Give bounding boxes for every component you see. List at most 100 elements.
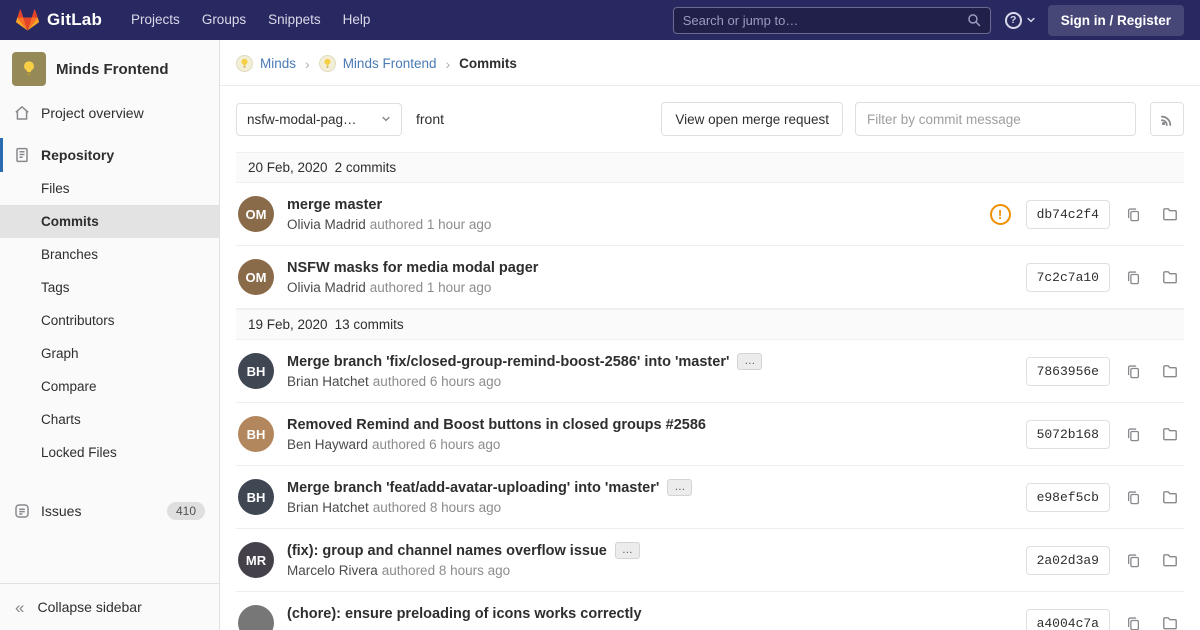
sidebar-item-issues[interactable]: Issues 410: [0, 493, 219, 529]
nav-item-snippets[interactable]: Snippets: [257, 0, 332, 40]
breadcrumb-item-commits[interactable]: Commits: [459, 56, 517, 71]
view-merge-request-button[interactable]: View open merge request: [661, 102, 843, 136]
commit-title-link[interactable]: (fix): group and channel names overflow …: [287, 543, 607, 559]
sidebar-item-project-overview[interactable]: Project overview: [0, 96, 219, 130]
issues-count-badge: 410: [167, 502, 205, 520]
commit-author-avatar[interactable]: BH: [238, 479, 274, 515]
nav-item-groups[interactable]: Groups: [191, 0, 257, 40]
copy-sha-button[interactable]: [1119, 200, 1147, 228]
browse-files-button[interactable]: [1156, 609, 1184, 630]
commit-sha[interactable]: 7c2c7a10: [1026, 263, 1110, 292]
sidebar-item-label: Issues: [41, 503, 81, 519]
copy-icon: [1126, 553, 1141, 568]
sidebar-subitem-files[interactable]: Files: [0, 172, 219, 205]
copy-sha-button[interactable]: [1119, 357, 1147, 385]
sidebar-subitem-contributors[interactable]: Contributors: [0, 304, 219, 337]
gitlab-home-link[interactable]: GitLab: [16, 9, 102, 32]
copy-icon: [1126, 616, 1141, 630]
commit-meta: Brian Hatchetauthored 8 hours ago: [287, 500, 1013, 515]
folder-icon: [1162, 269, 1178, 285]
copy-sha-button[interactable]: [1119, 420, 1147, 448]
commit-title-link[interactable]: Removed Remind and Boost buttons in clos…: [287, 417, 706, 433]
branch-dropdown[interactable]: nsfw-modal-pag…: [236, 103, 402, 136]
commit-author-avatar[interactable]: BH: [238, 353, 274, 389]
sidebar-subitem-charts[interactable]: Charts: [0, 403, 219, 436]
breadcrumb-separator-icon: ›: [305, 56, 310, 72]
commit-title-link[interactable]: Merge branch 'fix/closed-group-remind-bo…: [287, 354, 729, 370]
commit-sha[interactable]: a4004c7a: [1026, 609, 1110, 630]
commit-title-link[interactable]: merge master: [287, 197, 382, 213]
sidebar-subitem-compare[interactable]: Compare: [0, 370, 219, 403]
repository-icon: [14, 147, 30, 163]
commit-sha[interactable]: db74c2f4: [1026, 200, 1110, 229]
sidebar-subitem-commits[interactable]: Commits: [0, 205, 219, 238]
browse-files-button[interactable]: [1156, 420, 1184, 448]
sidebar-item-repository[interactable]: Repository: [0, 138, 219, 172]
sidebar-subitem-tags[interactable]: Tags: [0, 271, 219, 304]
commit-sha[interactable]: 5072b168: [1026, 420, 1110, 449]
commit-author-link[interactable]: Brian Hatchet: [287, 374, 369, 389]
commit-author-link[interactable]: Olivia Madrid: [287, 280, 366, 295]
commit-author-avatar[interactable]: MR: [238, 542, 274, 578]
commit-row: (chore): ensure preloading of icons work…: [236, 592, 1184, 630]
commit-title-link[interactable]: NSFW masks for media modal pager: [287, 260, 538, 276]
commit-sha[interactable]: e98ef5cb: [1026, 483, 1110, 512]
commit-sha[interactable]: 2a02d3a9: [1026, 546, 1110, 575]
breadcrumb-item-minds-frontend[interactable]: Minds Frontend: [319, 55, 437, 72]
commit-title-link[interactable]: (chore): ensure preloading of icons work…: [287, 606, 642, 622]
commit-description-toggle[interactable]: …: [667, 479, 692, 496]
commit-author-link[interactable]: Ben Hayward: [287, 437, 368, 452]
chevron-down-icon: [1026, 15, 1036, 25]
browse-files-button[interactable]: [1156, 546, 1184, 574]
sign-in-button[interactable]: Sign in / Register: [1048, 5, 1184, 36]
browse-files-button[interactable]: [1156, 483, 1184, 511]
help-menu[interactable]: ?: [1005, 12, 1036, 29]
commit-filter-input[interactable]: [855, 102, 1136, 136]
commit-title-link[interactable]: Merge branch 'feat/add-avatar-uploading'…: [287, 480, 659, 496]
nav-item-help[interactable]: Help: [332, 0, 382, 40]
copy-sha-button[interactable]: [1119, 546, 1147, 574]
commit-date-header: 19 Feb, 202013 commits: [236, 309, 1184, 340]
search-box: [673, 7, 991, 34]
commit-row: MR (fix): group and channel names overflo…: [236, 529, 1184, 592]
commits-feed-button[interactable]: [1150, 102, 1184, 136]
search-input[interactable]: [683, 13, 961, 28]
copy-sha-button[interactable]: [1119, 609, 1147, 630]
commit-author-avatar[interactable]: [238, 605, 274, 630]
nav-item-projects[interactable]: Projects: [120, 0, 191, 40]
navbar-links: ProjectsGroupsSnippetsHelp: [120, 0, 381, 40]
copy-sha-button[interactable]: [1119, 483, 1147, 511]
project-mini-avatar: [236, 55, 253, 72]
browse-files-button[interactable]: [1156, 357, 1184, 385]
commit-row: BH Merge branch 'fix/closed-group-remind-…: [236, 340, 1184, 403]
commit-date: 20 Feb, 2020: [248, 160, 328, 175]
commit-sha[interactable]: 7863956e: [1026, 357, 1110, 386]
commit-author-avatar[interactable]: OM: [238, 259, 274, 295]
commit-time: authored 8 hours ago: [382, 563, 510, 578]
commit-author-link[interactable]: Brian Hatchet: [287, 500, 369, 515]
sidebar-subitem-locked-files[interactable]: Locked Files: [0, 436, 219, 469]
breadcrumb-item-minds[interactable]: Minds: [236, 55, 296, 72]
browse-files-button[interactable]: [1156, 263, 1184, 291]
collapse-sidebar-button[interactable]: « Collapse sidebar: [0, 583, 219, 630]
project-avatar[interactable]: [12, 52, 46, 86]
sidebar-subitem-branches[interactable]: Branches: [0, 238, 219, 271]
commit-author-avatar[interactable]: BH: [238, 416, 274, 452]
gitlab-tanuki-icon: [16, 9, 39, 32]
pipeline-warning-icon[interactable]: !: [990, 204, 1011, 225]
commit-author-avatar[interactable]: OM: [238, 196, 274, 232]
commit-author-link[interactable]: Marcelo Rivera: [287, 563, 378, 578]
commit-meta: Olivia Madridauthored 1 hour ago: [287, 280, 1013, 295]
sidebar-subitem-graph[interactable]: Graph: [0, 337, 219, 370]
commit-description-toggle[interactable]: …: [615, 542, 640, 559]
rss-icon: [1160, 112, 1175, 127]
commit-title: (chore): ensure preloading of icons work…: [287, 606, 1013, 622]
folder-icon: [1162, 489, 1178, 505]
commit-author-link[interactable]: Olivia Madrid: [287, 217, 366, 232]
browse-files-button[interactable]: [1156, 200, 1184, 228]
commit-time: authored 6 hours ago: [372, 437, 500, 452]
commit-description-toggle[interactable]: …: [737, 353, 762, 370]
copy-icon: [1126, 427, 1141, 442]
commit-groups: 20 Feb, 20202 commitsOMmerge masterOlivi…: [220, 152, 1200, 630]
copy-sha-button[interactable]: [1119, 263, 1147, 291]
